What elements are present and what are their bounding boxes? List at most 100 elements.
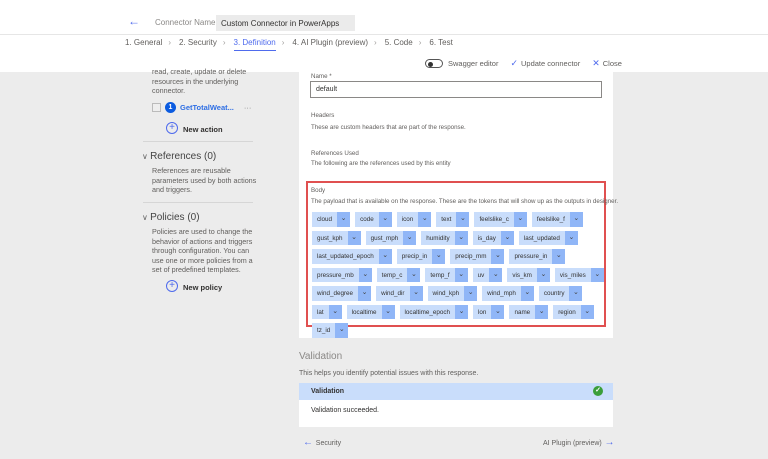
token-chip[interactable]: country ⌄ xyxy=(538,286,583,301)
connector-name-input[interactable]: Custom Connector in PowerApps xyxy=(216,15,355,31)
chevron-down-icon[interactable]: ⌄ xyxy=(580,304,594,319)
chevron-down-icon[interactable]: ⌄ xyxy=(381,304,395,319)
chevron-down-icon[interactable]: ⌄ xyxy=(418,212,432,227)
new-policy-button[interactable]: + New policy xyxy=(166,277,222,295)
chevron-down-icon[interactable]: ⌄ xyxy=(456,212,470,227)
chevron-down-icon[interactable]: ⌄ xyxy=(407,267,421,282)
swagger-editor-label[interactable]: Swagger editor xyxy=(448,59,498,68)
token-chip[interactable]: gust_kph ⌄ xyxy=(312,230,361,245)
token-label: lat xyxy=(317,308,324,316)
more-icon[interactable]: ··· xyxy=(244,103,252,112)
token-chip[interactable]: localtime ⌄ xyxy=(346,304,395,319)
token-chip[interactable]: cloud ⌄ xyxy=(312,212,351,227)
chevron-down-icon[interactable]: ⌄ xyxy=(569,212,583,227)
token-chip[interactable]: humidity ⌄ xyxy=(421,230,468,245)
chevron-down-icon[interactable]: ⌄ xyxy=(335,323,349,338)
tab-definition[interactable]: 3. Definition xyxy=(233,38,276,51)
next-ai-plugin-link[interactable]: AI Plugin (preview) → xyxy=(543,437,615,448)
close-button[interactable]: ✕ Close xyxy=(592,58,622,69)
token-chip[interactable]: region ⌄ xyxy=(553,304,594,319)
token-chip[interactable]: last_updated_epoch ⌄ xyxy=(312,249,392,264)
action-name[interactable]: GetTotalWeat... xyxy=(180,103,234,112)
token-chip[interactable]: is_day ⌄ xyxy=(472,230,514,245)
policies-section-toggle[interactable]: ∨ Policies (0) xyxy=(142,212,200,223)
chevron-down-icon[interactable]: ⌄ xyxy=(454,267,468,282)
token-chip[interactable]: vis_km ⌄ xyxy=(507,267,550,282)
token-chip[interactable]: wind_degree ⌄ xyxy=(312,286,372,301)
token-list: cloud ⌄ code ⌄ icon ⌄ text ⌄ feelslike_c ⌄ feelsli… xyxy=(312,212,604,338)
swagger-toggle[interactable] xyxy=(425,59,443,68)
token-chip[interactable]: localtime_epoch ⌄ xyxy=(399,304,469,319)
token-chip[interactable]: wind_kph ⌄ xyxy=(427,286,478,301)
chevron-down-icon[interactable]: ⌄ xyxy=(378,249,392,264)
chevron-down-icon[interactable]: ⌄ xyxy=(513,212,527,227)
chevron-down-icon[interactable]: ⌄ xyxy=(328,304,342,319)
chevron-down-icon[interactable]: ⌄ xyxy=(454,230,468,245)
chevron-down-icon[interactable]: ⌄ xyxy=(500,230,514,245)
token-chip[interactable]: last_updated ⌄ xyxy=(518,230,578,245)
tab-test[interactable]: 6. Test xyxy=(429,38,452,51)
token-chip[interactable]: wind_dir ⌄ xyxy=(376,286,423,301)
chevron-down-icon[interactable]: ⌄ xyxy=(347,230,361,245)
chevron-down-icon[interactable]: ⌄ xyxy=(491,304,505,319)
back-arrow-icon[interactable]: ← xyxy=(128,14,140,28)
action-item[interactable]: 1 GetTotalWeat... ··· xyxy=(152,102,251,113)
tab-code[interactable]: 5. Code xyxy=(385,38,413,51)
prev-security-link[interactable]: ← Security xyxy=(303,437,341,448)
chevron-down-icon[interactable]: ⌄ xyxy=(358,267,372,282)
token-label: cloud xyxy=(317,216,333,223)
token-chip[interactable]: name ⌄ xyxy=(509,304,549,319)
chevron-down-icon[interactable]: ⌄ xyxy=(489,267,503,282)
token-chip[interactable]: icon ⌄ xyxy=(396,212,432,227)
chevron-down-icon[interactable]: ⌄ xyxy=(590,267,604,282)
chevron-right-icon: › xyxy=(222,38,226,47)
chevron-down-icon[interactable]: ⌄ xyxy=(337,212,351,227)
token-chip[interactable]: lat ⌄ xyxy=(312,304,342,319)
chevron-down-icon[interactable]: ⌄ xyxy=(569,286,583,301)
chevron-down-icon[interactable]: ⌄ xyxy=(464,286,478,301)
token-chip[interactable]: pressure_mb ⌄ xyxy=(312,267,372,282)
tab-security[interactable]: 2. Security xyxy=(179,38,217,51)
validation-header[interactable]: Validation ✓ xyxy=(299,383,613,400)
token-label: gust_kph xyxy=(317,234,343,242)
update-connector-button[interactable]: ✓ Update connector xyxy=(510,58,580,69)
connector-name-label: Connector Name xyxy=(155,18,216,27)
references-desc: References are reusable parameters used … xyxy=(152,166,257,194)
token-chip[interactable]: temp_f ⌄ xyxy=(425,267,468,282)
token-chip[interactable]: gust_mph ⌄ xyxy=(365,230,417,245)
tab-general[interactable]: 1. General xyxy=(125,38,162,51)
chevron-down-icon[interactable]: ⌄ xyxy=(491,249,505,264)
token-chip[interactable]: precip_mm ⌄ xyxy=(450,249,505,264)
name-input[interactable]: default xyxy=(310,81,602,98)
chevron-down-icon[interactable]: ⌄ xyxy=(358,286,372,301)
new-action-button[interactable]: + New action xyxy=(166,119,223,137)
plus-icon: + xyxy=(166,279,178,292)
chevron-down-icon[interactable]: ⌄ xyxy=(520,286,534,301)
chevron-down-icon[interactable]: ⌄ xyxy=(403,230,417,245)
token-chip[interactable]: precip_in ⌄ xyxy=(396,249,446,264)
token-chip[interactable]: vis_miles ⌄ xyxy=(554,267,604,282)
references-section-toggle[interactable]: ∨ References (0) xyxy=(142,151,216,162)
token-chip[interactable]: feelslike_f ⌄ xyxy=(531,212,583,227)
token-chip[interactable]: pressure_in ⌄ xyxy=(509,249,566,264)
header: ← Connector Name Custom Connector in Pow… xyxy=(0,13,768,35)
token-chip[interactable]: text ⌄ xyxy=(436,212,470,227)
chevron-down-icon[interactable]: ⌄ xyxy=(432,249,446,264)
chevron-down-icon[interactable]: ⌄ xyxy=(536,267,550,282)
chevron-down-icon: ∨ xyxy=(142,213,151,222)
chevron-down-icon[interactable]: ⌄ xyxy=(535,304,549,319)
tab-ai-plugin-preview[interactable]: 4. AI Plugin (preview) xyxy=(292,38,368,51)
token-chip[interactable]: tz_id ⌄ xyxy=(312,323,349,338)
token-chip[interactable]: feelslike_c ⌄ xyxy=(474,212,527,227)
chevron-down-icon[interactable]: ⌄ xyxy=(409,286,423,301)
token-chip[interactable]: uv ⌄ xyxy=(472,267,503,282)
chevron-down-icon[interactable]: ⌄ xyxy=(455,304,469,319)
token-chip[interactable]: wind_mph ⌄ xyxy=(482,286,534,301)
token-chip[interactable]: code ⌄ xyxy=(355,212,392,227)
chevron-down-icon[interactable]: ⌄ xyxy=(378,212,392,227)
chevron-down-icon[interactable]: ⌄ xyxy=(564,230,578,245)
token-chip[interactable]: lon ⌄ xyxy=(473,304,505,319)
token-chip[interactable]: temp_c ⌄ xyxy=(376,267,421,282)
chevron-down-icon[interactable]: ⌄ xyxy=(552,249,566,264)
new-action-label: New action xyxy=(183,125,223,134)
